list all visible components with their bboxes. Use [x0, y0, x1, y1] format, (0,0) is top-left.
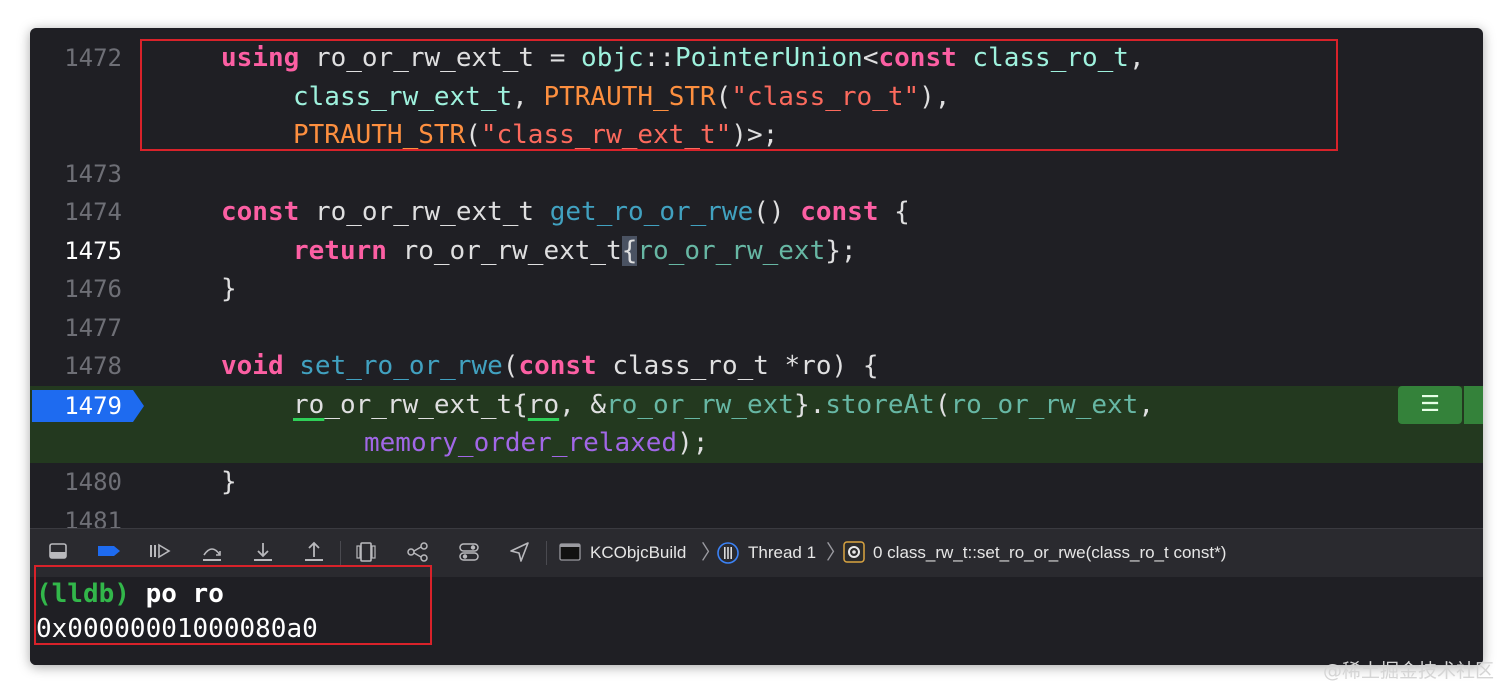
- code-line-1481[interactable]: 1481: [30, 502, 1483, 528]
- line-number: 1480: [64, 468, 122, 496]
- list-icon[interactable]: ☰: [1398, 386, 1462, 424]
- code-text[interactable]: const ro_or_rw_ext_t get_ro_or_rwe() con…: [221, 193, 910, 232]
- breadcrumb-thread[interactable]: Thread 1: [748, 541, 816, 565]
- watermark: @稀土掘金技术社区: [1322, 660, 1494, 682]
- line-number: 1474: [64, 198, 122, 226]
- code-text[interactable]: void set_ro_or_rwe(const class_ro_t *ro)…: [221, 347, 878, 386]
- code-text[interactable]: ro_or_rw_ext_t{ro, &ro_or_rw_ext}.storeA…: [293, 386, 1154, 425]
- separator: [340, 541, 341, 565]
- console-toggle-icon[interactable]: [46, 541, 70, 565]
- line-number: 1481: [64, 507, 122, 528]
- annotation-split: [1464, 386, 1483, 424]
- breadcrumb-frame[interactable]: 0 class_rw_t::set_ro_or_rwe(class_ro_t c…: [873, 541, 1226, 565]
- memory-graph-icon[interactable]: [406, 541, 430, 565]
- line-number: 1475: [64, 237, 122, 265]
- stack-frame-icon: [842, 541, 866, 565]
- line-number: 1473: [64, 160, 122, 188]
- code-line-1478[interactable]: 1478 void set_ro_or_rwe(const class_ro_t…: [30, 347, 1483, 386]
- code-line-1476[interactable]: 1476 }: [30, 270, 1483, 309]
- code-text[interactable]: }: [221, 270, 237, 309]
- code-line-1473[interactable]: 1473: [30, 155, 1483, 194]
- code-text[interactable]: memory_order_relaxed);: [364, 424, 708, 463]
- line-number: 1478: [64, 352, 122, 380]
- breadcrumb-target[interactable]: KCObjcBuild: [590, 541, 686, 565]
- line-number: 1472: [64, 44, 122, 72]
- code-line-1479[interactable]: ro_or_rw_ext_t{ro, &ro_or_rw_ext}.storeA…: [30, 386, 1483, 425]
- environment-overrides-icon[interactable]: [457, 541, 481, 565]
- thread-icon: [716, 541, 740, 565]
- separator: [546, 541, 547, 565]
- location-icon[interactable]: [508, 541, 532, 565]
- source-editor[interactable]: 1472 using ro_or_rw_ext_t = objc::Pointe…: [30, 28, 1483, 528]
- code-text[interactable]: return ro_or_rw_ext_t{ro_or_rw_ext};: [293, 232, 857, 271]
- step-over-icon[interactable]: [200, 541, 224, 565]
- view-hierarchy-icon[interactable]: [354, 541, 378, 565]
- annotation-box-console: [34, 565, 432, 645]
- step-out-icon[interactable]: [302, 541, 326, 565]
- continue-icon[interactable]: [147, 541, 171, 565]
- annotation-box-code: [140, 39, 1338, 151]
- code-line-1475[interactable]: 1475 return ro_or_rw_ext_t{ro_or_rw_ext}…: [30, 232, 1483, 271]
- code-text[interactable]: }: [221, 463, 237, 502]
- code-line-1479-cont[interactable]: memory_order_relaxed);: [30, 424, 1483, 463]
- step-into-icon[interactable]: [251, 541, 275, 565]
- line-number: 1477: [64, 314, 122, 342]
- line-number: 1476: [64, 275, 122, 303]
- code-line-1480[interactable]: 1480 }: [30, 463, 1483, 502]
- code-line-1477[interactable]: 1477: [30, 309, 1483, 348]
- breakpoint-toggle-icon[interactable]: [96, 541, 120, 565]
- xcode-debug-window: 1472 using ro_or_rw_ext_t = objc::Pointe…: [30, 28, 1483, 665]
- code-line-1474[interactable]: 1474 const ro_or_rw_ext_t get_ro_or_rwe(…: [30, 193, 1483, 232]
- target-icon: [558, 541, 582, 565]
